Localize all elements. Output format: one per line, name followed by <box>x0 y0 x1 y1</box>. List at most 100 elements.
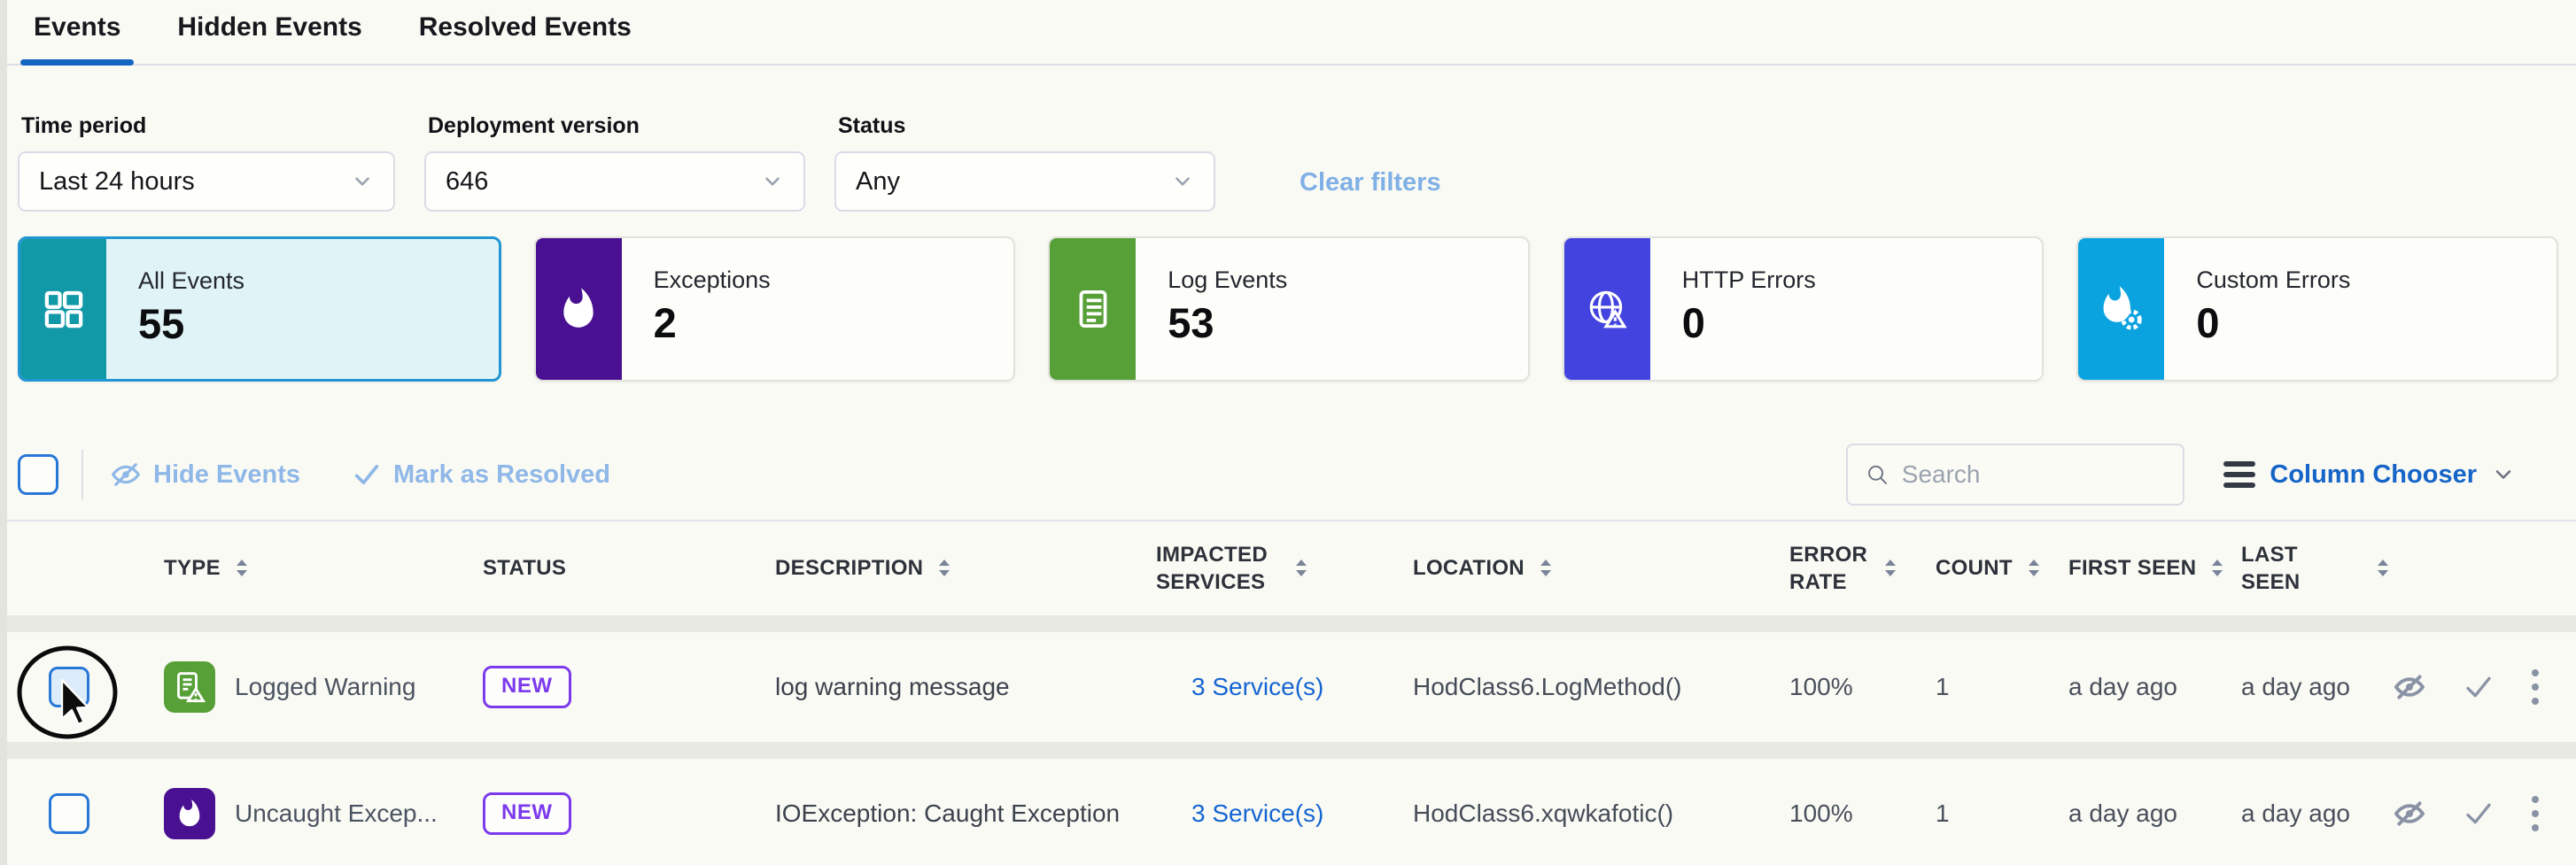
card-http-errors[interactable]: HTTP Errors 0 <box>1563 236 2045 382</box>
event-description: log warning message <box>775 673 1010 701</box>
chevron-down-icon <box>2491 462 2516 487</box>
sort-icon[interactable] <box>1537 557 1555 580</box>
hide-event-action[interactable] <box>2392 796 2427 831</box>
sort-icon[interactable] <box>1882 557 1899 580</box>
header-last-seen[interactable]: LAST SEEN <box>2241 541 2392 596</box>
error-rate-value: 100% <box>1789 799 1853 828</box>
search-input[interactable] <box>1902 460 2166 489</box>
hamburger-icon <box>2223 461 2255 488</box>
event-type-label: Logged Warning <box>235 673 415 701</box>
kebab-menu-icon <box>2530 668 2541 707</box>
sort-icon[interactable] <box>2025 557 2043 580</box>
events-page: Events Hidden Events Resolved Events Tim… <box>0 0 2576 865</box>
card-custom-errors[interactable]: Custom Errors 0 <box>2076 236 2558 382</box>
column-chooser-label: Column Chooser <box>2270 460 2477 490</box>
event-description: IOException: Caught Exception <box>775 799 1120 828</box>
clear-filters-button[interactable]: Clear filters <box>1300 168 1441 212</box>
header-description[interactable]: DESCRIPTION <box>762 554 1143 582</box>
select-all-checkbox[interactable] <box>18 454 58 495</box>
resolve-event-action[interactable] <box>2463 798 2495 830</box>
filter-status: Status Any <box>834 113 1215 212</box>
last-seen-value: a day ago <box>2241 799 2350 828</box>
card-log-events[interactable]: Log Events 53 <box>1048 236 1530 382</box>
events-table: TYPE STATUS DESCRIPTION IMPACTED SERVICE… <box>0 520 2576 865</box>
resolve-event-action[interactable] <box>2463 671 2495 703</box>
event-location: HodClass6.xqwkafotic() <box>1413 799 1673 828</box>
deployment-version-value: 646 <box>446 167 488 197</box>
check-icon <box>2463 798 2495 830</box>
sort-icon[interactable] <box>935 557 953 580</box>
event-type-label: Uncaught Excep... <box>235 799 438 828</box>
row-checkbox[interactable] <box>49 793 89 834</box>
sort-icon[interactable] <box>2208 557 2226 580</box>
mark-as-resolved-button[interactable]: Mark as Resolved <box>352 460 610 490</box>
flame-icon <box>164 788 215 839</box>
hide-events-label: Hide Events <box>153 460 300 490</box>
first-seen-value: a day ago <box>2068 673 2177 701</box>
card-label: Exceptions <box>654 266 771 294</box>
deployment-version-select[interactable]: 646 <box>424 151 805 212</box>
card-exceptions[interactable]: Exceptions 2 <box>534 236 1016 382</box>
card-value: 53 <box>1168 301 1287 344</box>
count-value: 1 <box>1936 673 1950 701</box>
status-select[interactable]: Any <box>834 151 1215 212</box>
grid-icon <box>20 239 106 379</box>
error-rate-value: 100% <box>1789 673 1853 701</box>
impacted-services-link[interactable]: 3 Service(s) <box>1191 799 1323 828</box>
row-divider-band <box>0 742 2576 759</box>
tab-events[interactable]: Events <box>20 0 134 64</box>
impacted-services-link[interactable]: 3 Service(s) <box>1191 673 1323 701</box>
stat-cards: All Events 55 Exceptions 2 Log E <box>18 236 2558 382</box>
header-error-rate[interactable]: ERROR RATE <box>1763 541 1927 596</box>
last-seen-value: a day ago <box>2241 673 2350 701</box>
header-first-seen[interactable]: FIRST SEEN <box>2064 554 2241 582</box>
table-toolbar: Hide Events Mark as Resolved Column Choo… <box>18 444 2558 506</box>
hide-event-action[interactable] <box>2392 669 2427 705</box>
toolbar-divider <box>81 450 83 499</box>
tab-resolved-events[interactable]: Resolved Events <box>406 0 645 64</box>
toolbar-right: Column Chooser <box>1846 444 2558 506</box>
globe-warning-icon <box>1564 238 1650 380</box>
card-value: 0 <box>2196 301 2350 344</box>
chevron-down-icon <box>761 170 784 193</box>
row-menu-action[interactable] <box>2530 668 2541 707</box>
filter-time-period: Time period Last 24 hours <box>18 113 395 212</box>
header-impacted-services[interactable]: IMPACTED SERVICES <box>1143 541 1373 596</box>
sort-icon[interactable] <box>233 557 251 580</box>
search-icon <box>1866 461 1889 488</box>
count-value: 1 <box>1936 799 1950 828</box>
status-badge: NEW <box>483 666 571 708</box>
sort-icon[interactable] <box>2374 557 2392 580</box>
card-value: 2 <box>654 301 771 344</box>
status-label: Status <box>838 113 1215 139</box>
row-checkbox[interactable] <box>49 667 89 707</box>
time-period-label: Time period <box>21 113 395 139</box>
card-all-events[interactable]: All Events 55 <box>18 236 501 382</box>
table-row[interactable]: Uncaught Excep... NEW IOException: Caugh… <box>0 759 2576 865</box>
card-label: Custom Errors <box>2196 266 2350 294</box>
table-row[interactable]: Logged Warning NEW log warning message 3… <box>0 632 2576 742</box>
row-menu-action[interactable] <box>2530 794 2541 833</box>
hide-events-button[interactable]: Hide Events <box>110 459 300 490</box>
header-status: STATUS <box>469 554 762 582</box>
flame-gear-icon <box>2078 238 2164 380</box>
card-label: HTTP Errors <box>1682 266 1816 294</box>
card-value: 55 <box>138 302 244 345</box>
deployment-version-label: Deployment version <box>428 113 805 139</box>
header-location[interactable]: LOCATION <box>1373 554 1763 582</box>
check-icon <box>2463 671 2495 703</box>
header-count[interactable]: COUNT <box>1927 554 2064 582</box>
tab-bar: Events Hidden Events Resolved Events <box>0 0 2576 66</box>
eye-slash-icon <box>2392 669 2427 705</box>
eye-slash-icon <box>110 459 142 490</box>
table-header-row: TYPE STATUS DESCRIPTION IMPACTED SERVICE… <box>0 521 2576 615</box>
time-period-select[interactable]: Last 24 hours <box>18 151 395 212</box>
header-type[interactable]: TYPE <box>133 554 469 582</box>
chevron-down-icon <box>351 170 374 193</box>
tab-hidden-events[interactable]: Hidden Events <box>164 0 375 64</box>
card-label: All Events <box>138 267 244 295</box>
status-badge: NEW <box>483 792 571 835</box>
column-chooser-button[interactable]: Column Chooser <box>2223 460 2516 490</box>
sort-icon[interactable] <box>1292 557 1310 580</box>
card-label: Log Events <box>1168 266 1287 294</box>
